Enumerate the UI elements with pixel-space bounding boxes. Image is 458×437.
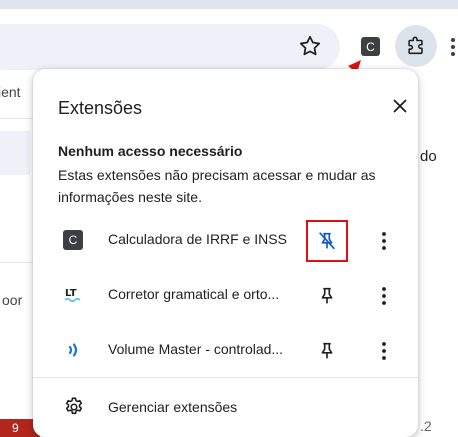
background-text-fragment: .2 [420,418,432,434]
background-text-fragment: oor [2,292,23,308]
gear-icon [65,397,83,415]
pin-button[interactable] [313,282,341,310]
manage-extensions-item[interactable]: Gerenciar extensões [33,387,418,427]
background-row [0,131,30,175]
extension-row-corretor[interactable]: LT Corretor gramatical e orto... [33,273,418,319]
pin-button[interactable] [313,337,341,365]
close-icon [393,99,407,113]
close-button[interactable] [389,95,411,117]
kebab-icon [382,287,386,305]
manage-extensions-label: Gerenciar extensões [108,399,238,415]
extensions-button[interactable] [395,25,437,67]
extension-row-calculadora[interactable]: C Calculadora de IRRF e INSS [33,218,418,264]
browser-top-strip [0,0,458,9]
puzzle-icon [408,36,423,55]
unpin-button[interactable] [313,227,341,255]
extension-row-volume-master[interactable]: Volume Master - controlad... [33,328,418,374]
extension-name: Calculadora de IRRF e INSS [108,231,287,247]
pin-off-icon [319,232,335,250]
background-text-fragment: ient [0,84,21,100]
background-text-fragment: do [420,148,437,165]
calculadora-extension-icon[interactable]: C [361,37,380,56]
more-options-button[interactable] [373,227,395,255]
browser-menu-icon[interactable] [448,35,458,59]
star-outline-icon[interactable] [297,33,323,59]
popup-title: Extensões [58,98,143,118]
extension-name: Volume Master - controlad... [108,341,284,357]
svg-text:LT: LT [65,288,77,299]
extension-name: Corretor gramatical e orto... [108,286,280,302]
pin-icon [321,287,333,304]
extensions-popup: Extensões Nenhum acesso necessário Estas… [33,69,418,437]
section-heading: Nenhum acesso necessário [58,143,243,159]
popup-divider [33,377,418,378]
section-description: Estas extensões não precisam acessar e m… [58,167,376,205]
pin-icon [321,342,333,359]
kebab-icon [382,342,386,360]
languagetool-icon: LT [63,285,83,305]
address-bar[interactable] [0,24,340,70]
volume-icon [63,340,83,360]
kebab-icon [382,232,386,250]
calculadora-icon: C [63,230,83,250]
more-options-button[interactable] [373,282,395,310]
more-options-button[interactable] [373,337,395,365]
